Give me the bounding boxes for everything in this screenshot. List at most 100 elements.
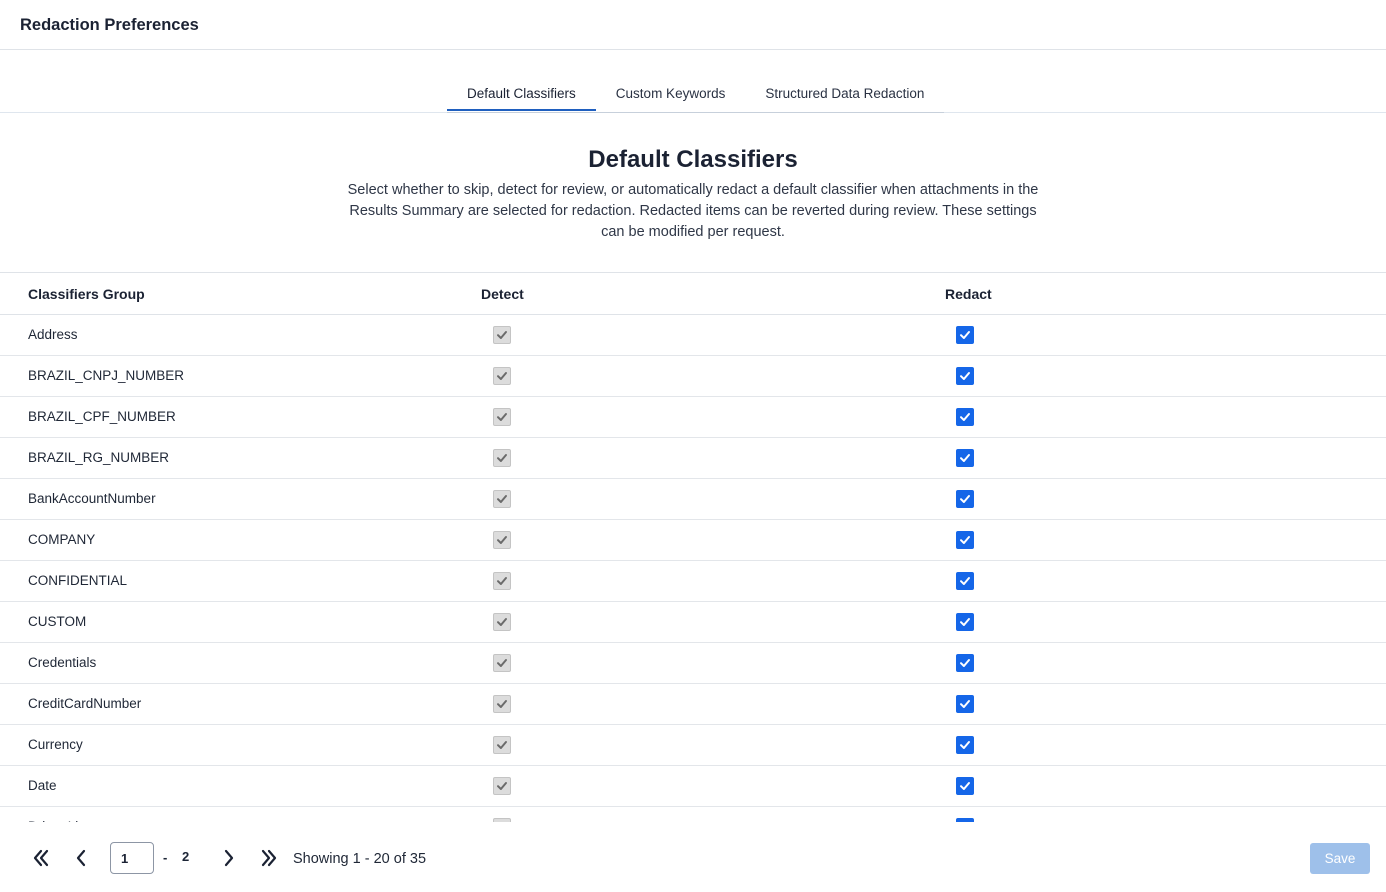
redact-checkbox[interactable]: [956, 654, 974, 672]
check-icon: [960, 372, 970, 380]
check-icon: [497, 495, 507, 503]
redact-checkbox[interactable]: [956, 408, 974, 426]
detect-checkbox: [493, 613, 511, 631]
detect-checkbox: [493, 654, 511, 672]
tab-default-classifiers[interactable]: Default Classifiers: [447, 84, 596, 111]
detect-checkbox: [493, 449, 511, 467]
table-row: BRAZIL_CPF_NUMBER: [0, 397, 1386, 438]
tab-bar: Default Classifiers Custom Keywords Stru…: [447, 84, 945, 113]
classifier-name: BankAccountNumber: [28, 491, 156, 506]
double-chevron-right-icon: [261, 849, 277, 867]
table-row: CreditCardNumber: [0, 684, 1386, 725]
classifier-name: CUSTOM: [28, 614, 87, 629]
table-row: BankAccountNumber: [0, 479, 1386, 520]
check-icon: [960, 577, 970, 585]
check-icon: [959, 821, 971, 822]
check-icon: [497, 741, 507, 749]
redact-checkbox[interactable]: [956, 695, 974, 713]
classifier-name: Address: [28, 327, 78, 342]
page-number-input[interactable]: [110, 842, 154, 874]
check-icon: [960, 454, 970, 462]
detect-checkbox: [493, 326, 511, 344]
next-page-button[interactable]: [217, 846, 241, 870]
check-icon: [960, 331, 970, 339]
table-row: Credentials: [0, 643, 1386, 684]
table-body[interactable]: Address BRAZIL_CNPJ_NUMBER BRAZIL_CPF_NUMB…: [0, 315, 1386, 822]
check-icon: [960, 536, 970, 544]
redact-checkbox[interactable]: [956, 326, 974, 344]
classifier-name: COMPANY: [28, 532, 96, 547]
table-row: BRAZIL_RG_NUMBER: [0, 438, 1386, 479]
check-icon: [497, 454, 507, 462]
classifier-name: CreditCardNumber: [28, 696, 142, 711]
table-row: Currency: [0, 725, 1386, 766]
redact-checkbox[interactable]: [956, 736, 974, 754]
table-row: Address: [0, 315, 1386, 356]
check-icon: [497, 536, 507, 544]
detect-checkbox: [493, 736, 511, 754]
classifier-name: BRAZIL_RG_NUMBER: [28, 450, 170, 465]
check-icon: [497, 659, 507, 667]
section-title: Default Classifiers: [588, 146, 798, 173]
table-row: CONFIDENTIAL: [0, 561, 1386, 602]
detect-checkbox: [493, 367, 511, 385]
detect-checkbox: [493, 777, 511, 795]
last-page-button[interactable]: [257, 846, 281, 870]
check-icon: [497, 782, 507, 790]
check-icon: [960, 413, 970, 421]
check-icon: [496, 821, 508, 822]
table-header: Classifiers Group Detect Redact: [0, 273, 1386, 315]
tab-custom-keywords[interactable]: Custom Keywords: [596, 84, 746, 111]
classifier-name: Currency: [28, 737, 83, 752]
pagination: - 2 Showing 1 - 20 of 35 Save: [0, 842, 1386, 876]
check-icon: [960, 618, 970, 626]
classifier-name: Driver License: [28, 819, 114, 822]
page-title: Redaction Preferences: [20, 16, 199, 34]
classifier-name: CONFIDENTIAL: [28, 573, 128, 588]
classifier-name: BRAZIL_CNPJ_NUMBER: [28, 368, 185, 383]
detect-checkbox: [493, 695, 511, 713]
redact-checkbox[interactable]: [956, 777, 974, 795]
classifier-name: Date: [28, 778, 57, 793]
redact-checkbox[interactable]: [956, 818, 974, 822]
detect-checkbox: [493, 572, 511, 590]
check-icon: [960, 700, 970, 708]
top-bar: Redaction Preferences: [0, 0, 1386, 50]
header-classifiers-group: Classifiers Group: [28, 286, 145, 302]
detect-checkbox: [493, 531, 511, 549]
redact-checkbox[interactable]: [956, 449, 974, 467]
save-button[interactable]: Save: [1310, 843, 1370, 874]
previous-page-button[interactable]: [69, 846, 93, 870]
check-icon: [960, 495, 970, 503]
check-icon: [960, 741, 970, 749]
detect-checkbox: [493, 408, 511, 426]
check-icon: [497, 577, 507, 585]
redact-checkbox[interactable]: [956, 367, 974, 385]
page-separator: -: [163, 850, 168, 865]
tabs-container: Default Classifiers Custom Keywords Stru…: [0, 50, 1386, 113]
double-chevron-left-icon: [33, 849, 49, 867]
classifier-name: BRAZIL_CPF_NUMBER: [28, 409, 176, 424]
first-page-button[interactable]: [29, 846, 53, 870]
redact-checkbox[interactable]: [956, 490, 974, 508]
table-row: COMPANY: [0, 520, 1386, 561]
header-redact: Redact: [945, 286, 992, 302]
tab-structured-data-redaction[interactable]: Structured Data Redaction: [745, 84, 944, 111]
check-icon: [497, 331, 507, 339]
header-detect: Detect: [481, 286, 524, 302]
table-row: BRAZIL_CNPJ_NUMBER: [0, 356, 1386, 397]
check-icon: [497, 700, 507, 708]
check-icon: [497, 372, 507, 380]
detect-checkbox: [493, 818, 511, 822]
classifier-name: Credentials: [28, 655, 97, 670]
classifiers-table: Classifiers Group Detect Redact Address B…: [0, 272, 1386, 822]
chevron-right-icon: [224, 849, 234, 867]
total-pages: 2: [182, 849, 190, 864]
chevron-left-icon: [76, 849, 86, 867]
table-row: Driver License: [0, 807, 1386, 822]
redact-checkbox[interactable]: [956, 572, 974, 590]
redact-checkbox[interactable]: [956, 613, 974, 631]
redact-checkbox[interactable]: [956, 531, 974, 549]
check-icon: [960, 659, 970, 667]
detect-checkbox: [493, 490, 511, 508]
